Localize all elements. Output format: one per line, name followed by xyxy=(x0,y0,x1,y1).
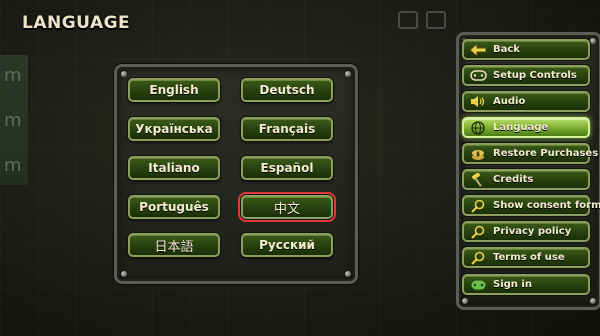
controller-icon xyxy=(398,11,418,29)
language-button-japanese[interactable]: 日本語 xyxy=(128,233,220,257)
language-button-french[interactable]: Français xyxy=(241,117,333,141)
page-title: LANGUAGE xyxy=(22,13,131,33)
rivet xyxy=(462,298,468,304)
magnifier-icon xyxy=(469,198,487,214)
magnifier-icon xyxy=(469,250,487,266)
language-button-english[interactable]: English xyxy=(128,78,220,102)
rivet xyxy=(590,298,596,304)
hammer-icon xyxy=(469,172,487,188)
rivet xyxy=(590,38,596,44)
menu-item-terms-of-use[interactable]: Terms of use xyxy=(462,247,590,268)
speaker-icon xyxy=(469,94,487,110)
menu-item-restore-purchases[interactable]: $ Restore Purchases xyxy=(462,143,598,164)
language-button-chinese[interactable]: 中文 xyxy=(238,192,336,222)
settings-icon xyxy=(426,11,446,29)
language-button-italian[interactable]: Italiano xyxy=(128,156,220,180)
rivet xyxy=(121,71,127,77)
menu-item-show-consent-form[interactable]: Show consent form xyxy=(462,195,600,216)
magnifier-icon xyxy=(469,224,487,240)
language-button-spanish[interactable]: Español xyxy=(241,156,333,180)
menu-item-language[interactable]: Language xyxy=(462,117,590,138)
menu-item-sign-in[interactable]: Sign in xyxy=(462,274,590,295)
gamepad-green-icon xyxy=(469,277,487,293)
menu-item-back[interactable]: Back xyxy=(462,39,590,60)
menu-item-setup-controls[interactable]: Setup Controls xyxy=(462,65,590,86)
menu-item-audio[interactable]: Audio xyxy=(462,91,590,112)
background-sign: mmm xyxy=(0,55,30,185)
rivet xyxy=(345,271,351,277)
money-icon: $ xyxy=(469,146,487,162)
globe-icon xyxy=(469,120,487,136)
rivet xyxy=(345,71,351,77)
gamepad-icon xyxy=(469,68,487,84)
language-button-russian[interactable]: Русский xyxy=(241,233,333,257)
language-button-deutsch[interactable]: Deutsch xyxy=(241,78,333,102)
language-button-portuguese[interactable]: Português xyxy=(128,195,220,219)
rivet xyxy=(121,271,127,277)
arrow-left-icon xyxy=(469,42,487,58)
menu-item-credits[interactable]: Credits xyxy=(462,169,590,190)
svg-text:$: $ xyxy=(476,151,480,157)
menu-item-privacy-policy[interactable]: Privacy policy xyxy=(462,221,590,242)
language-button-ukrainian[interactable]: Українська xyxy=(128,117,220,141)
